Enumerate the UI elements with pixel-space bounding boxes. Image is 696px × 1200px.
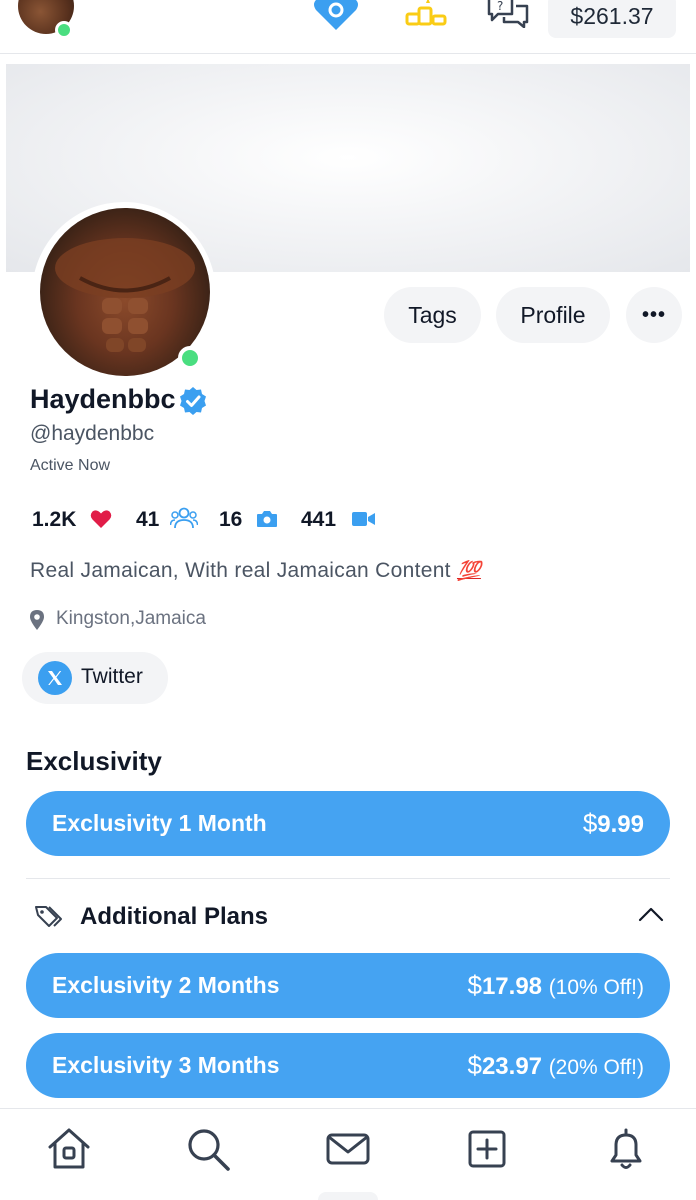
online-indicator — [178, 346, 202, 370]
chevron-up-icon[interactable] — [638, 906, 664, 922]
tags-button[interactable]: Tags — [384, 287, 481, 343]
mail-icon[interactable] — [324, 1125, 372, 1173]
heart-icon — [90, 510, 112, 528]
hundred-emoji: 💯 — [456, 561, 481, 582]
question-chat-icon[interactable]: ? — [486, 0, 530, 28]
plan-name: Exclusivity 3 Months — [52, 1052, 280, 1078]
wallet-balance[interactable]: $261.37 — [548, 0, 676, 38]
plan-name: Exclusivity 2 Months — [52, 972, 280, 998]
plan-price: $23.97 (20% Off!) — [467, 1050, 644, 1080]
exclusivity-heading: Exclusivity — [26, 746, 162, 776]
plan-price: $17.98 (10% Off!) — [467, 970, 644, 1000]
plan-name: Exclusivity 1 Month — [52, 810, 267, 836]
profile-button[interactable]: Profile — [496, 287, 610, 343]
plan-2-months-button[interactable]: Exclusivity 2 Months $17.98 (10% Off!) — [26, 953, 670, 1018]
location-pin-icon — [30, 610, 44, 630]
plan-3-months-button[interactable]: Exclusivity 3 Months $23.97 (20% Off!) — [26, 1033, 670, 1098]
plan-price: $9.99 — [582, 808, 644, 838]
search-icon[interactable] — [184, 1125, 232, 1173]
divider — [26, 878, 670, 879]
x-logo-icon — [38, 661, 72, 695]
tags-icon — [35, 906, 62, 927]
bio: Real Jamaican, With real Jamaican Conten… — [30, 559, 481, 583]
username-handle: @haydenbbc — [30, 422, 155, 445]
heart-ticket-icon[interactable] — [308, 0, 364, 32]
add-post-icon[interactable] — [463, 1125, 511, 1173]
discount-label: (20% Off!) — [548, 1056, 644, 1079]
video-icon — [352, 512, 375, 526]
followers-count: 41 — [136, 508, 160, 531]
verified-badge-icon — [180, 387, 206, 415]
discount-label: (10% Off!) — [548, 976, 644, 999]
online-indicator — [55, 21, 73, 39]
display-name: Haydenbbc — [30, 384, 176, 414]
likes-count: 1.2K — [32, 508, 77, 531]
bottom-nav — [0, 1108, 696, 1188]
twitter-link[interactable]: Twitter — [22, 652, 168, 704]
plan-1-month-button[interactable]: Exclusivity 1 Month $9.99 — [26, 791, 670, 856]
twitter-label: Twitter — [81, 665, 143, 688]
home-indicator — [318, 1192, 378, 1200]
location-text: Kingston,Jamaica — [56, 608, 206, 629]
photos-count: 16 — [219, 508, 243, 531]
profile-page: ? $261.37 Tags Profile ••• Haydenbbc @ha… — [0, 0, 696, 1200]
activity-status: Active Now — [30, 457, 111, 474]
bio-text: Real Jamaican, With real Jamaican Conten… — [30, 559, 451, 582]
videos-count: 441 — [301, 508, 337, 531]
more-options-button[interactable]: ••• — [626, 287, 682, 343]
svg-text:?: ? — [497, 0, 503, 13]
camera-icon — [257, 511, 277, 527]
podium-icon[interactable] — [402, 0, 452, 30]
home-icon[interactable] — [45, 1125, 93, 1173]
bell-icon[interactable] — [602, 1125, 650, 1173]
users-icon — [170, 507, 198, 529]
additional-plans-heading[interactable]: Additional Plans — [80, 903, 268, 931]
top-bar: ? $261.37 — [0, 0, 696, 54]
